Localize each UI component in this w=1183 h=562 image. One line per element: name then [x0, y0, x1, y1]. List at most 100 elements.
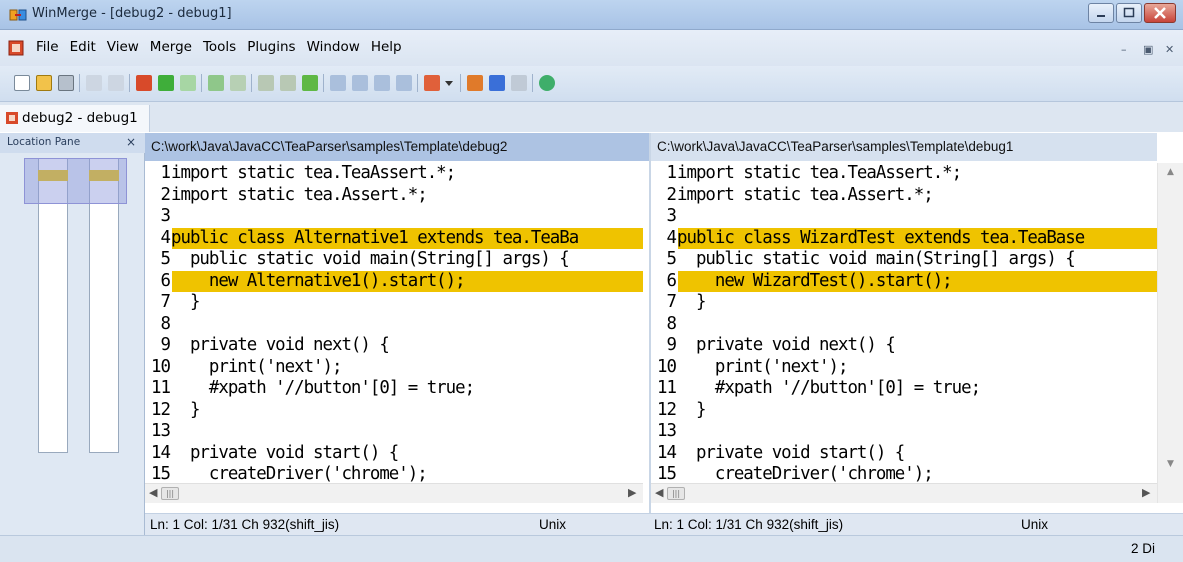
code-line[interactable]: 8 [145, 314, 643, 336]
code-line[interactable]: 15 createDriver('chrome'); [145, 464, 643, 483]
scroll-right-icon[interactable]: ▶ [1142, 486, 1150, 499]
first-diff-icon[interactable] [136, 75, 152, 91]
copy-right-icon[interactable] [330, 75, 346, 91]
scroll-thumb[interactable]: ||| [667, 487, 685, 500]
scroll-down-icon[interactable]: ▼ [1167, 459, 1174, 469]
last-diff-icon[interactable] [208, 75, 224, 91]
code-line[interactable]: 13 [145, 421, 643, 443]
copy-all-icon[interactable] [302, 75, 318, 91]
menu-merge[interactable]: Merge [146, 39, 199, 55]
mdi-minimize-icon[interactable]: – [1121, 43, 1127, 56]
line-number: 10 [657, 356, 677, 377]
copy-left-advance-icon[interactable] [396, 75, 412, 91]
select-icon[interactable] [511, 75, 527, 91]
mdi-restore-icon[interactable]: ▣ [1143, 43, 1153, 56]
prev-diff-icon[interactable] [180, 75, 196, 91]
scroll-right-icon[interactable]: ▶ [628, 486, 636, 499]
location-pane[interactable]: Location Pane × [0, 133, 145, 543]
menu-tools[interactable]: Tools [199, 39, 243, 55]
code-line[interactable]: 2import static tea.Assert.*; [651, 185, 1157, 207]
current-diff-icon[interactable] [230, 75, 246, 91]
code-line[interactable]: 3 [145, 206, 643, 228]
next-conflict-icon[interactable] [280, 75, 296, 91]
dropdown-arrow-icon[interactable] [444, 75, 454, 91]
copy-left-icon[interactable] [352, 75, 368, 91]
line-number: 14 [657, 442, 677, 463]
minimize-button[interactable] [1088, 3, 1114, 23]
menu-window[interactable]: Window [303, 39, 367, 55]
rescan-icon[interactable] [539, 75, 555, 91]
diff-line[interactable]: 4public class Alternative1 extends tea.T… [145, 227, 643, 249]
code-line[interactable]: 5 public static void main(String[] args)… [651, 249, 1157, 271]
new-file-icon[interactable] [14, 75, 30, 91]
left-code-view[interactable]: 1import static tea.TeaAssert.*; 2import s… [145, 163, 643, 483]
line-number: 6 [160, 270, 171, 291]
code-line[interactable]: 11 #xpath '//button'[0] = true; [145, 378, 643, 400]
diff-line[interactable]: 6 new WizardTest().start(); [651, 270, 1157, 292]
toolbar-separator [251, 74, 252, 92]
mdi-close-icon[interactable]: ✕ [1165, 43, 1174, 56]
code-line[interactable]: 10 print('next'); [651, 357, 1157, 379]
location-view-frame[interactable] [24, 158, 127, 204]
code-line[interactable]: 1import static tea.TeaAssert.*; [145, 163, 643, 185]
code-line[interactable]: 5 public static void main(String[] args)… [145, 249, 643, 271]
scroll-up-icon[interactable]: ▲ [1167, 167, 1174, 177]
code-line[interactable]: 12 } [651, 400, 1157, 422]
refresh-compare-icon[interactable] [489, 75, 505, 91]
code-line[interactable]: 7 } [651, 292, 1157, 314]
code-line[interactable]: 8 [651, 314, 1157, 336]
document-menu-icon[interactable] [8, 40, 24, 56]
code-line[interactable]: 2import static tea.Assert.*; [145, 185, 643, 207]
scroll-thumb[interactable]: ||| [161, 487, 179, 500]
menu-edit[interactable]: Edit [66, 39, 103, 55]
diff-line[interactable]: 4public class WizardTest extends tea.Tea… [651, 227, 1157, 249]
close-window-button[interactable] [1144, 3, 1176, 23]
code-line[interactable]: 9 private void next() { [651, 335, 1157, 357]
redo-icon[interactable] [108, 75, 124, 91]
code-line[interactable]: 14 private void start() { [145, 443, 643, 465]
toolbar-separator [79, 74, 80, 92]
right-diff-pane[interactable]: C:\work\Java\JavaCC\TeaParser\samples\Te… [649, 133, 1183, 518]
code-line[interactable]: 11 #xpath '//button'[0] = true; [651, 378, 1157, 400]
menu-view[interactable]: View [103, 39, 146, 55]
code-line[interactable]: 3 [651, 206, 1157, 228]
right-code-view[interactable]: 1import static tea.TeaAssert.*; 2import s… [651, 163, 1157, 483]
line-number: 9 [160, 335, 171, 355]
left-diff-pane[interactable]: C:\work\Java\JavaCC\TeaParser\samples\Te… [145, 133, 649, 518]
code-line[interactable]: 12 } [145, 400, 643, 422]
toolbar-separator [323, 74, 324, 92]
open-folder-icon[interactable] [36, 75, 52, 91]
code-line[interactable]: 1import static tea.TeaAssert.*; [651, 163, 1157, 185]
scroll-left-icon[interactable]: ◀ [149, 486, 157, 499]
code-line[interactable]: 7 } [145, 292, 643, 314]
code-line[interactable]: 9 private void next() { [145, 335, 643, 357]
scroll-left-icon[interactable]: ◀ [655, 486, 663, 499]
next-diff-icon[interactable] [158, 75, 174, 91]
line-text: private void start() { [677, 442, 905, 463]
prev-conflict-icon[interactable] [258, 75, 274, 91]
options-icon[interactable] [424, 75, 440, 91]
line-number: 3 [666, 206, 677, 226]
code-line[interactable]: 13 [651, 421, 1157, 443]
maximize-button[interactable] [1116, 3, 1142, 23]
save-icon[interactable] [58, 75, 74, 91]
left-horizontal-scrollbar[interactable]: ◀ ||| ▶ [145, 483, 643, 503]
undo-icon[interactable] [86, 75, 102, 91]
menu-bar: File Edit View Merge Tools Plugins Windo… [0, 30, 1183, 68]
vertical-scrollbar[interactable]: ▲ ▼ [1157, 163, 1183, 503]
title-bar[interactable]: WinMerge - [debug2 - debug1] [0, 0, 1183, 30]
tab-debug2-debug1[interactable]: debug2 - debug1 [0, 105, 150, 132]
menu-help[interactable]: Help [367, 39, 409, 55]
menu-plugins[interactable]: Plugins [243, 39, 302, 55]
code-line[interactable]: 14 private void start() { [651, 443, 1157, 465]
code-line[interactable]: 10 print('next'); [145, 357, 643, 379]
code-line[interactable]: 15 createDriver('chrome'); [651, 464, 1157, 483]
compare-icon[interactable] [467, 75, 483, 91]
diff-line[interactable]: 6 new Alternative1().start(); [145, 270, 643, 292]
location-pane-close-icon[interactable]: × [126, 135, 136, 149]
line-text: } [677, 292, 706, 312]
menu-file[interactable]: File [32, 39, 66, 55]
right-horizontal-scrollbar[interactable]: ◀ ||| ▶ [651, 483, 1157, 503]
copy-right-advance-icon[interactable] [374, 75, 390, 91]
line-text: private void next() { [171, 335, 390, 355]
